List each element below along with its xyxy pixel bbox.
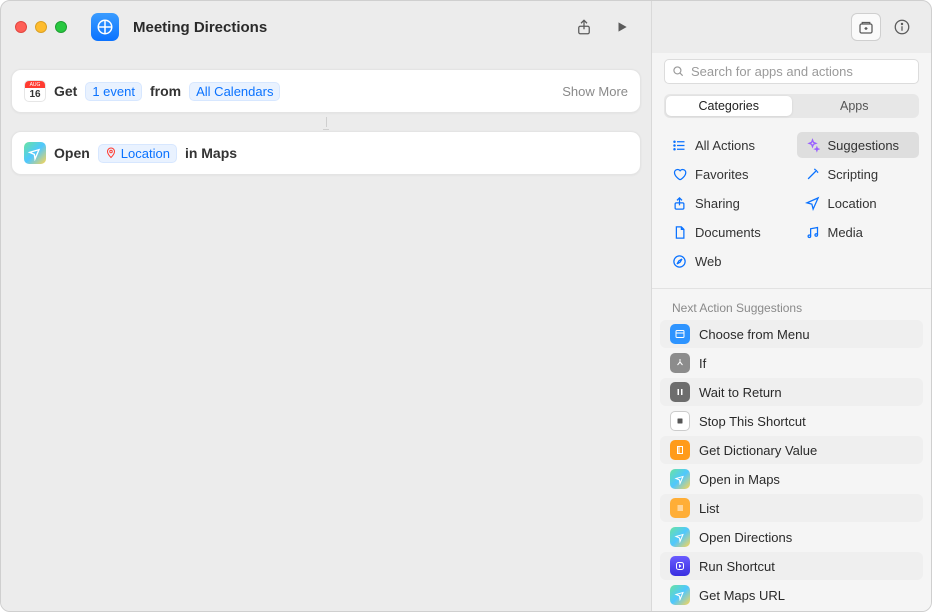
shortcut-icon <box>91 13 119 41</box>
cat-label: Media <box>828 225 863 240</box>
share-button[interactable] <box>569 13 599 41</box>
shortcuts-icon <box>670 556 690 576</box>
sparkle-icon <box>805 138 820 153</box>
cat-label: Scripting <box>828 167 879 182</box>
workflow-editor[interactable]: AUG 16 Get 1 event from All Calendars Sh… <box>1 53 651 611</box>
cat-web[interactable]: Web <box>664 248 787 274</box>
shortcut-title[interactable]: Meeting Directions <box>133 19 267 36</box>
suggestion-label: Open in Maps <box>699 472 780 487</box>
shortcuts-editor-window: Meeting Directions AUG 16 <box>0 0 932 612</box>
action-find-calendar-events[interactable]: AUG 16 Get 1 event from All Calendars Sh… <box>11 69 641 113</box>
action-text-from: from <box>150 83 181 99</box>
suggestion-label: Stop This Shortcut <box>699 414 806 429</box>
suggestions-header: Next Action Suggestions <box>652 293 931 319</box>
search-input[interactable] <box>664 59 919 84</box>
categories-grid: All Actions Suggestions Favorites Script… <box>652 128 931 284</box>
maps-icon <box>670 527 690 547</box>
cat-label: Documents <box>695 225 761 240</box>
calendar-icon: AUG 16 <box>24 80 46 102</box>
wand-icon <box>805 167 820 182</box>
suggestion-if[interactable]: If <box>660 349 923 377</box>
info-button[interactable] <box>887 13 917 41</box>
suggestion-label: Wait to Return <box>699 385 782 400</box>
cat-documents[interactable]: Documents <box>664 219 787 245</box>
menu-icon <box>670 324 690 344</box>
stop-icon <box>670 411 690 431</box>
suggestion-label: List <box>699 501 719 516</box>
action-connector <box>11 117 641 127</box>
suggestion-open-directions[interactable]: Open Directions <box>660 523 923 551</box>
safari-icon <box>672 254 687 269</box>
music-icon <box>805 225 820 240</box>
suggestion-choose-from-menu[interactable]: Choose from Menu <box>660 320 923 348</box>
cat-media[interactable]: Media <box>797 219 920 245</box>
cat-label: All Actions <box>695 138 755 153</box>
titlebar-right <box>651 1 931 53</box>
suggestion-label: Get Dictionary Value <box>699 443 817 458</box>
cat-scripting[interactable]: Scripting <box>797 161 920 187</box>
cat-label: Sharing <box>695 196 740 211</box>
share-icon <box>672 196 687 211</box>
pause-icon <box>670 382 690 402</box>
location-parameter[interactable]: Location <box>98 144 177 163</box>
suggestion-label: Choose from Menu <box>699 327 810 342</box>
events-parameter[interactable]: 1 event <box>85 82 142 101</box>
tab-categories[interactable]: Categories <box>666 96 792 116</box>
action-text-open: Open <box>54 145 90 161</box>
suggestion-wait-to-return[interactable]: Wait to Return <box>660 378 923 406</box>
run-button[interactable] <box>607 13 637 41</box>
action-text-in-maps: in Maps <box>185 145 237 161</box>
fullscreen-window-button[interactable] <box>55 21 67 33</box>
dictionary-icon <box>670 440 690 460</box>
cat-label: Web <box>695 254 722 269</box>
suggestion-open-in-maps[interactable]: Open in Maps <box>660 465 923 493</box>
suggestion-label: Run Shortcut <box>699 559 775 574</box>
action-text-get: Get <box>54 83 77 99</box>
list-icon <box>670 498 690 518</box>
action-library-panel: Categories Apps All Actions Suggestions … <box>651 53 931 611</box>
suggestion-stop-shortcut[interactable]: Stop This Shortcut <box>660 407 923 435</box>
titlebar-left: Meeting Directions <box>1 1 651 53</box>
location-arrow-icon <box>805 196 820 211</box>
suggestions-list: Choose from Menu If Wait to Return Stop … <box>652 319 931 611</box>
minimize-window-button[interactable] <box>35 21 47 33</box>
maps-icon <box>670 469 690 489</box>
cat-label: Favorites <box>695 167 748 182</box>
segmented-control[interactable]: Categories Apps <box>664 94 919 118</box>
cat-suggestions[interactable]: Suggestions <box>797 132 920 158</box>
suggestion-get-maps-url[interactable]: Get Maps URL <box>660 581 923 609</box>
suggestion-label: Open Directions <box>699 530 792 545</box>
action-open-in-maps[interactable]: Open Location in Maps <box>11 131 641 175</box>
cat-label: Suggestions <box>828 138 900 153</box>
maps-icon <box>24 142 46 164</box>
suggestion-label: Get Maps URL <box>699 588 785 603</box>
search-container <box>664 59 919 84</box>
heart-icon <box>672 167 687 182</box>
divider <box>652 288 931 289</box>
search-icon <box>671 64 685 78</box>
document-icon <box>672 225 687 240</box>
suggestion-run-shortcut[interactable]: Run Shortcut <box>660 552 923 580</box>
window-controls <box>15 21 67 33</box>
suggestion-get-dictionary-value[interactable]: Get Dictionary Value <box>660 436 923 464</box>
cat-label: Location <box>828 196 877 211</box>
library-button[interactable] <box>851 13 881 41</box>
cat-sharing[interactable]: Sharing <box>664 190 787 216</box>
calendars-parameter[interactable]: All Calendars <box>189 82 280 101</box>
suggestion-list[interactable]: List <box>660 494 923 522</box>
tab-apps[interactable]: Apps <box>792 96 918 116</box>
cat-favorites[interactable]: Favorites <box>664 161 787 187</box>
branch-icon <box>670 353 690 373</box>
cat-location[interactable]: Location <box>797 190 920 216</box>
cat-all-actions[interactable]: All Actions <box>664 132 787 158</box>
suggestion-label: If <box>699 356 706 371</box>
show-more-button[interactable]: Show More <box>562 84 628 99</box>
close-window-button[interactable] <box>15 21 27 33</box>
maps-icon <box>670 585 690 605</box>
list-icon <box>672 138 687 153</box>
